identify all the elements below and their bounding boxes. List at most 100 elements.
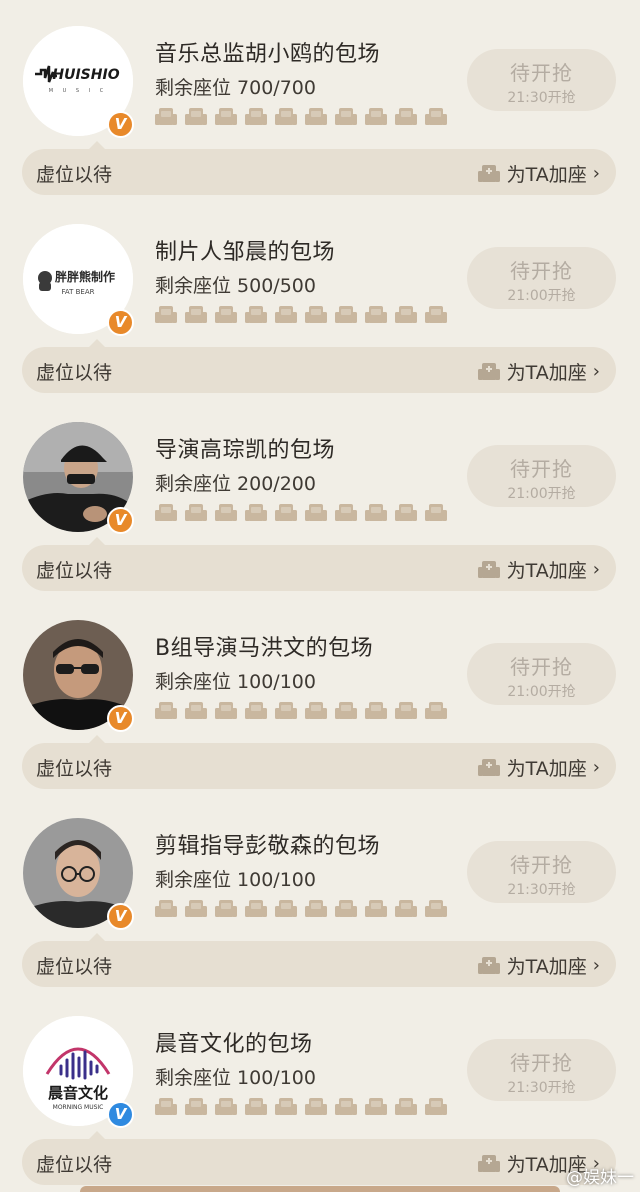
seat-icon xyxy=(214,1096,238,1118)
party-card[interactable]: V 导演高琮凯的包场 剩余座位 200/200 待开抢 21:00开抢 虚位以待… xyxy=(0,396,640,594)
card-title: 音乐总监胡小鸥的包场 xyxy=(155,42,381,67)
remaining-seats: 剩余座位 200/200 xyxy=(155,473,316,495)
seat-icon xyxy=(394,1096,418,1118)
wait-grab-label: 待开抢 xyxy=(510,259,573,283)
next-card-peek xyxy=(80,1186,560,1192)
add-seat-link[interactable]: 为TA加座 › xyxy=(477,160,600,187)
seat-icon xyxy=(424,502,448,524)
seat-icon xyxy=(274,304,298,326)
seat-icon xyxy=(394,106,418,128)
remaining-seats: 剩余座位 100/100 xyxy=(155,671,316,693)
add-seat-link[interactable]: 为TA加座 › xyxy=(477,952,600,979)
grab-time: 21:00开抢 xyxy=(507,288,576,304)
verified-badge-icon: V xyxy=(107,507,134,534)
party-card[interactable]: 晨音文化 MORNING MUSIC V 晨音文化的包场 剩余座位 100/10… xyxy=(0,990,640,1188)
add-seat-bar[interactable]: 虚位以待 为TA加座 › xyxy=(22,1131,616,1185)
seat-icon xyxy=(154,700,178,722)
seat-icon xyxy=(334,700,358,722)
seat-icon xyxy=(274,700,298,722)
wait-grab-button[interactable]: 待开抢 21:00开抢 xyxy=(467,445,616,507)
chevron-right-icon: › xyxy=(592,559,600,580)
seat-icon xyxy=(394,898,418,920)
seat-icon xyxy=(184,700,208,722)
remaining-seats: 剩余座位 100/100 xyxy=(155,869,316,891)
seat-icon xyxy=(424,106,448,128)
seat-icon xyxy=(154,1096,178,1118)
seat-icon xyxy=(244,898,268,920)
svg-text:HUISHIO: HUISHIO xyxy=(52,67,119,83)
seat-icon xyxy=(304,106,328,128)
grab-time: 21:00开抢 xyxy=(507,486,576,502)
vacancy-label: 虚位以待 xyxy=(36,362,113,384)
vacancy-label: 虚位以待 xyxy=(36,956,113,978)
wait-grab-label: 待开抢 xyxy=(510,61,573,85)
add-seat-bar[interactable]: 虚位以待 为TA加座 › xyxy=(22,933,616,987)
add-seat-link[interactable]: 为TA加座 › xyxy=(477,358,600,385)
add-seat-label: 为TA加座 xyxy=(506,164,587,186)
wait-grab-label: 待开抢 xyxy=(510,853,573,877)
wait-grab-button[interactable]: 待开抢 21:30开抢 xyxy=(467,1039,616,1101)
card-title: 制片人邹晨的包场 xyxy=(155,240,336,265)
svg-text:FAT BEAR: FAT BEAR xyxy=(61,288,94,296)
seat-icon xyxy=(274,502,298,524)
remaining-seats: 剩余座位 700/700 xyxy=(155,77,316,99)
seat-icon xyxy=(154,898,178,920)
party-card[interactable]: V 剪辑指导彭敬森的包场 剩余座位 100/100 待开抢 21:30开抢 虚位… xyxy=(0,792,640,990)
seat-icon xyxy=(244,106,268,128)
grab-time: 21:30开抢 xyxy=(507,882,576,898)
seat-icon xyxy=(154,106,178,128)
seat-icon xyxy=(274,898,298,920)
seat-icon xyxy=(304,1096,328,1118)
seat-row xyxy=(154,1096,448,1118)
svg-text:M U S I C: M U S I C xyxy=(49,88,107,94)
add-seat-label: 为TA加座 xyxy=(506,560,587,582)
seat-icon xyxy=(304,502,328,524)
add-seat-bar[interactable]: 虚位以待 为TA加座 › xyxy=(22,141,616,195)
seat-icon xyxy=(424,304,448,326)
seat-icon xyxy=(184,1096,208,1118)
vacancy-label: 虚位以待 xyxy=(36,758,113,780)
party-card[interactable]: V B组导演马洪文的包场 剩余座位 100/100 待开抢 21:00开抢 虚位… xyxy=(0,594,640,792)
remaining-seats: 剩余座位 500/500 xyxy=(155,275,316,297)
seat-icon xyxy=(214,700,238,722)
add-seat-bar[interactable]: 虚位以待 为TA加座 › xyxy=(22,339,616,393)
wait-grab-button[interactable]: 待开抢 21:30开抢 xyxy=(467,49,616,111)
card-title: 导演高琮凯的包场 xyxy=(155,438,336,463)
wait-grab-label: 待开抢 xyxy=(510,457,573,481)
seat-icon xyxy=(214,502,238,524)
seat-icon xyxy=(334,304,358,326)
card-title: 晨音文化的包场 xyxy=(155,1032,313,1057)
seat-icon xyxy=(244,304,268,326)
seat-icon xyxy=(154,502,178,524)
seat-icon xyxy=(274,1096,298,1118)
seat-icon xyxy=(364,502,388,524)
seat-icon xyxy=(364,304,388,326)
svg-text:MORNING MUSIC: MORNING MUSIC xyxy=(53,1104,104,1111)
svg-text:胖胖熊制作: 胖胖熊制作 xyxy=(54,269,115,284)
chevron-right-icon: › xyxy=(592,757,600,778)
add-seat-link[interactable]: 为TA加座 › xyxy=(477,754,600,781)
party-card[interactable]: HUISHIO M U S I C V 音乐总监胡小鸥的包场 剩余座位 700/… xyxy=(0,0,640,198)
seat-icon xyxy=(364,898,388,920)
seat-icon xyxy=(214,898,238,920)
add-seat-label: 为TA加座 xyxy=(506,362,587,384)
seat-icon xyxy=(334,1096,358,1118)
grab-time: 21:30开抢 xyxy=(507,1080,576,1096)
seat-row xyxy=(154,898,448,920)
wait-grab-button[interactable]: 待开抢 21:00开抢 xyxy=(467,643,616,705)
add-seat-bar[interactable]: 虚位以待 为TA加座 › xyxy=(22,735,616,789)
wait-grab-button[interactable]: 待开抢 21:00开抢 xyxy=(467,247,616,309)
add-seat-bar[interactable]: 虚位以待 为TA加座 › xyxy=(22,537,616,591)
seat-row xyxy=(154,700,448,722)
wait-grab-button[interactable]: 待开抢 21:30开抢 xyxy=(467,841,616,903)
add-seat-icon xyxy=(477,1153,501,1175)
verified-badge-icon: V xyxy=(107,705,134,732)
add-seat-link[interactable]: 为TA加座 › xyxy=(477,556,600,583)
seat-icon xyxy=(154,304,178,326)
vacancy-label: 虚位以待 xyxy=(36,1154,113,1176)
wait-grab-label: 待开抢 xyxy=(510,1051,573,1075)
seat-icon xyxy=(304,304,328,326)
add-seat-icon xyxy=(477,757,501,779)
seat-icon xyxy=(364,700,388,722)
party-card[interactable]: 胖胖熊制作 FAT BEAR V 制片人邹晨的包场 剩余座位 500/500 待… xyxy=(0,198,640,396)
